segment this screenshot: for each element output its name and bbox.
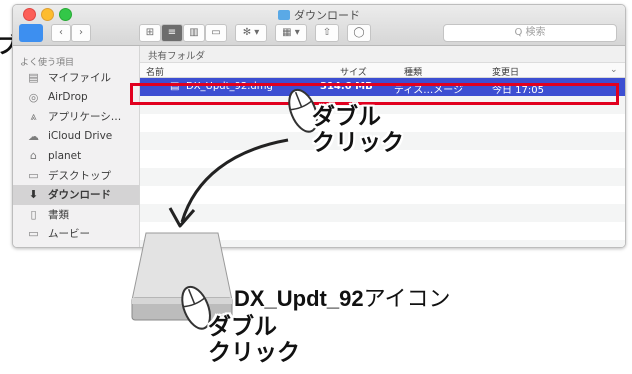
arrow-line [180,138,289,223]
disk-icon [131,232,233,321]
double-click-label: ダブル クリック [312,104,404,156]
arrow-head [168,207,196,228]
disk-caption: DX_Updt_92アイコン [234,286,451,312]
annotation-overlay [131,88,318,330]
double-click-label: ダブル クリック [208,314,300,366]
